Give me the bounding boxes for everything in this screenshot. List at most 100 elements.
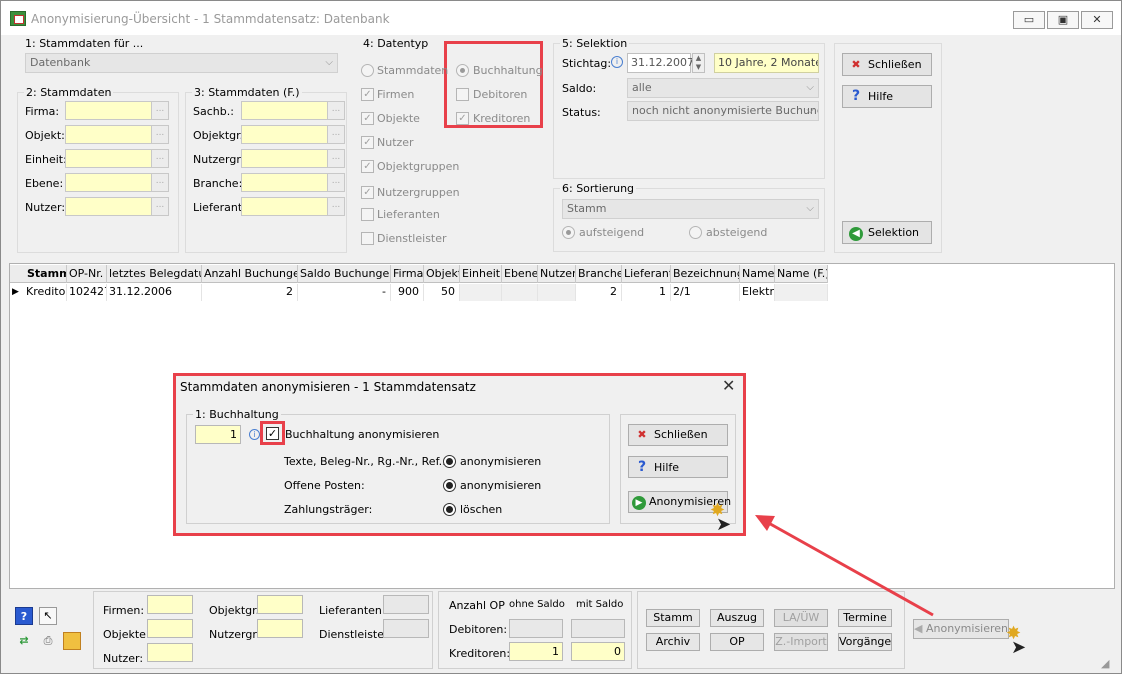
grid-column-header[interactable]: Ebene: [502, 265, 538, 283]
close-window-button[interactable]: ✕: [1081, 11, 1113, 29]
help-icon[interactable]: ?: [15, 607, 33, 625]
lookup-button[interactable]: ...: [327, 101, 345, 120]
nav-button-stamm[interactable]: Stamm: [646, 609, 700, 627]
datentyp-right-check-1[interactable]: [456, 88, 469, 101]
field-input[interactable]: [65, 149, 153, 168]
dialog-option-radio[interactable]: [443, 503, 456, 516]
maximize-button[interactable]: ▣: [1047, 11, 1079, 29]
resize-grip-icon[interactable]: ◢: [1101, 657, 1109, 670]
field-input[interactable]: [241, 101, 329, 120]
absteigend-radio[interactable]: [689, 226, 702, 239]
count-field: [383, 595, 429, 614]
datentyp-check-6[interactable]: [361, 208, 374, 221]
selektion-button[interactable]: ◀ Selektion: [842, 221, 932, 244]
grid-column-header[interactable]: Einheit: [460, 265, 502, 283]
nav-button-vorgnge[interactable]: Vorgänge: [838, 633, 892, 651]
lookup-button[interactable]: ...: [327, 125, 345, 144]
grid-column-header[interactable]: Firma: [391, 265, 424, 283]
field-input[interactable]: [241, 173, 329, 192]
count-label: Objektgr.:: [209, 604, 263, 617]
datentyp-radio-0[interactable]: [361, 64, 374, 77]
count-label: Dienstleister:: [319, 628, 393, 641]
stichtag-hint: 10 Jahre, 2 Monate u: [714, 53, 819, 73]
nav-button-op[interactable]: OP: [710, 633, 764, 651]
datentyp-check-5[interactable]: [361, 186, 374, 199]
stichtag-label: Stichtag:: [562, 57, 612, 70]
stammdaten-fuer-select[interactable]: Datenbank ⌵: [25, 53, 338, 73]
print-icon[interactable]: ⎙: [39, 632, 57, 650]
field-label: Firma:: [25, 105, 60, 118]
lookup-button[interactable]: ...: [151, 173, 169, 192]
refresh-icon[interactable]: ⇄: [15, 632, 33, 650]
grid-column-header[interactable]: letztes Belegdatum: [107, 265, 202, 283]
window-title: Anonymisierung-Übersicht - 1 Stammdatens…: [31, 12, 390, 26]
schliessen-button[interactable]: ✖ Schließen: [842, 53, 932, 76]
chevron-down-icon: ⌵: [806, 203, 814, 214]
lookup-button[interactable]: ...: [327, 173, 345, 192]
grid-column-header[interactable]: Name: [740, 265, 775, 283]
nav-button-archiv[interactable]: Archiv: [646, 633, 700, 651]
dialog-option-radio[interactable]: [443, 455, 456, 468]
selektion-group: 5: Selektion Stichtag: i 31.12.2007 ▲ ▼ 1…: [553, 37, 825, 179]
field-input[interactable]: [65, 125, 153, 144]
field-input[interactable]: [65, 197, 153, 216]
datentyp-check-3[interactable]: [361, 136, 374, 149]
lookup-button[interactable]: ...: [151, 197, 169, 216]
table-row[interactable]: ▶ Kreditor 102427 31.12.2006 2-900 50 2 1 2/1 Ele…: [10, 284, 828, 301]
dialog-option-label: Texte, Beleg-Nr., Rg.-Nr., Ref.:: [284, 455, 446, 468]
grid-column-header[interactable]: Anzahl Buchungen: [202, 265, 298, 283]
saldo-select[interactable]: alle ⌵: [627, 78, 819, 98]
lookup-button[interactable]: ...: [151, 101, 169, 120]
status-select[interactable]: noch nicht anonymisierte Buchunge ⌵: [627, 101, 819, 121]
grid-column-header[interactable]: Branche: [576, 265, 622, 283]
mit-saldo-label: mit Saldo: [576, 599, 624, 610]
grid-icon[interactable]: [63, 632, 81, 650]
lookup-button[interactable]: ...: [327, 197, 345, 216]
dialog-close-icon[interactable]: ✕: [722, 376, 735, 395]
grid-column-header[interactable]: Objekt: [424, 265, 460, 283]
datentyp-check-1[interactable]: [361, 88, 374, 101]
datentyp-check-4[interactable]: [361, 160, 374, 173]
field-input[interactable]: [241, 197, 329, 216]
datentyp-check-2[interactable]: [361, 112, 374, 125]
datentyp-right-radio-0[interactable]: [456, 64, 469, 77]
grid-column-header[interactable]: Lieferant: [622, 265, 671, 283]
grid-column-header[interactable]: Stamm: [10, 265, 67, 283]
field-input[interactable]: [241, 125, 329, 144]
pointer-icon[interactable]: ↖: [39, 607, 57, 625]
sortierung-select[interactable]: Stamm ⌵: [562, 199, 819, 219]
dialog-option-radio[interactable]: [443, 479, 456, 492]
count-field[interactable]: 1: [195, 425, 241, 444]
minimize-button[interactable]: ▭: [1013, 11, 1045, 29]
dialog-hilfe-button[interactable]: ? Hilfe: [628, 456, 728, 478]
cursor-icon: ➤: [716, 514, 732, 535]
grid-cell: 102427: [67, 284, 107, 301]
nav-button-law[interactable]: LA/ÜW: [774, 609, 828, 627]
grid-column-header[interactable]: Nutzer: [538, 265, 576, 283]
grid-column-header[interactable]: Name (F.): [775, 265, 828, 283]
stichtag-input[interactable]: 31.12.2007: [627, 53, 694, 73]
datentyp-right-check-2[interactable]: [456, 112, 469, 125]
hilfe-button[interactable]: ? Hilfe: [842, 85, 932, 108]
nav-button-auszug[interactable]: Auszug: [710, 609, 764, 627]
nav-button-zimport[interactable]: Z.-Import: [774, 633, 828, 651]
lookup-button[interactable]: ...: [151, 125, 169, 144]
field-input[interactable]: [241, 149, 329, 168]
sortierung-group: 6: Sortierung Stamm ⌵ aufsteigend absteig…: [553, 182, 825, 252]
nav-button-termine[interactable]: Termine: [838, 609, 892, 627]
date-spinner[interactable]: ▲ ▼: [692, 53, 705, 73]
dialog-schliessen-button[interactable]: ✖ Schließen: [628, 424, 728, 446]
grid-cell: [538, 284, 576, 301]
count-label: Firmen:: [103, 604, 145, 617]
field-input[interactable]: [65, 101, 153, 120]
grid-column-header[interactable]: Saldo Buchungen: [298, 265, 391, 283]
aufsteigend-radio[interactable]: [562, 226, 575, 239]
datentyp-check-7[interactable]: [361, 232, 374, 245]
datentyp-option-label: Dienstleister: [377, 232, 447, 245]
buchhaltung-anonymisieren-checkbox[interactable]: ✓: [266, 427, 279, 440]
grid-column-header[interactable]: OP-Nr.: [67, 265, 107, 283]
lookup-button[interactable]: ...: [151, 149, 169, 168]
lookup-button[interactable]: ...: [327, 149, 345, 168]
grid-column-header[interactable]: Bezeichnung: [671, 265, 740, 283]
field-input[interactable]: [65, 173, 153, 192]
